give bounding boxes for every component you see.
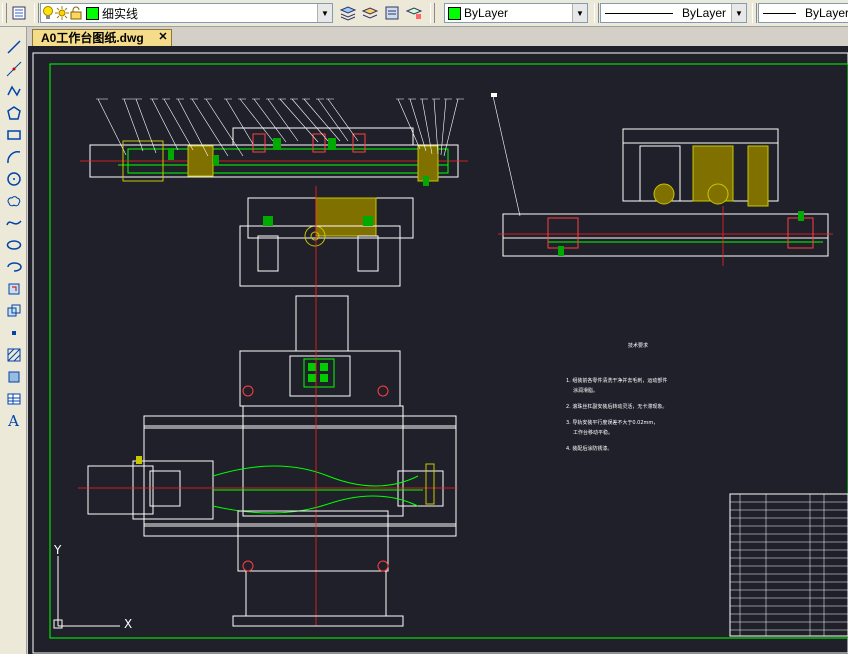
properties-toolbar: 细实线 ▼ ByLayer ▼ ByLayer ▼ ByLayer bbox=[0, 0, 848, 27]
chevron-down-icon[interactable]: ▼ bbox=[317, 4, 332, 22]
multiline-text-button[interactable]: A bbox=[3, 411, 24, 431]
front-view bbox=[80, 98, 468, 296]
line-button[interactable] bbox=[3, 37, 24, 57]
polygon-icon bbox=[6, 106, 21, 120]
hatch-button[interactable] bbox=[3, 345, 24, 365]
ellipse-arc-button[interactable] bbox=[3, 257, 24, 277]
layer-stack-icon bbox=[339, 6, 357, 21]
arc-icon bbox=[6, 151, 20, 164]
layer-manager-button[interactable] bbox=[10, 3, 30, 23]
layer-name: 细实线 bbox=[102, 6, 139, 21]
toolbar-grip[interactable] bbox=[2, 3, 7, 23]
note-line-1b: 涂润滑脂。 bbox=[573, 387, 598, 394]
ellipse-button[interactable] bbox=[3, 235, 24, 255]
circle-button[interactable] bbox=[3, 169, 24, 189]
layer-dropdown[interactable]: 细实线 ▼ bbox=[40, 3, 333, 23]
note-line-4: 4. 装配后涂防锈漆。 bbox=[566, 445, 612, 452]
layer-previous-button[interactable] bbox=[360, 3, 380, 23]
ellipse-arc-icon bbox=[6, 262, 22, 272]
arc-button[interactable] bbox=[3, 147, 24, 167]
plan-view bbox=[78, 286, 458, 627]
construction-line-icon bbox=[6, 61, 21, 77]
table-icon bbox=[7, 393, 20, 405]
insert-block-button[interactable] bbox=[3, 279, 24, 299]
rectangle-button[interactable] bbox=[3, 125, 24, 145]
layer-color-swatch bbox=[86, 6, 99, 20]
rectangle-icon bbox=[6, 130, 21, 140]
note-line-1: 1. 组装前各零件清洗干净并去毛刺，运动部件 bbox=[566, 377, 667, 384]
ucs-icon: Y X bbox=[53, 543, 132, 631]
polyline-icon bbox=[6, 85, 21, 97]
tab-drawing[interactable]: A0工作台图纸.dwg bbox=[32, 29, 172, 46]
layer-states-icon bbox=[385, 6, 399, 20]
lineweight-dropdown[interactable]: ByLayer bbox=[758, 3, 848, 23]
point-icon bbox=[11, 331, 16, 335]
make-block-button[interactable] bbox=[3, 301, 24, 321]
polyline-button[interactable] bbox=[3, 81, 24, 101]
side-view bbox=[491, 93, 833, 266]
toolbar-grip[interactable] bbox=[430, 3, 435, 23]
circle-icon bbox=[6, 172, 21, 186]
region-button[interactable] bbox=[3, 367, 24, 387]
revision-cloud-button[interactable] bbox=[3, 191, 24, 211]
make-block-icon bbox=[7, 304, 20, 317]
spline-button[interactable] bbox=[3, 213, 24, 233]
make-current-layer-button[interactable] bbox=[338, 3, 358, 23]
note-line-3b: 工作台移动平稳。 bbox=[573, 429, 613, 436]
multiline-text-icon: A bbox=[8, 412, 19, 430]
linetype-preview bbox=[605, 12, 673, 14]
linetype-dropdown[interactable]: ByLayer ▼ bbox=[600, 3, 747, 23]
linetype-value: ByLayer bbox=[682, 6, 727, 20]
document-tabbar: A0工作台图纸.dwg bbox=[28, 27, 848, 46]
lock-icon bbox=[70, 6, 82, 20]
technical-notes: 技术要求 1. 组装前各零件清洗干净并去毛刺，运动部件 涂润滑脂。 2. 滚珠丝… bbox=[566, 342, 667, 452]
table-button[interactable] bbox=[3, 389, 24, 409]
lineweight-value: ByLayer bbox=[804, 6, 848, 20]
spline-icon bbox=[5, 220, 22, 226]
close-icon[interactable]: ✕ bbox=[156, 29, 170, 43]
lineweight-preview bbox=[763, 12, 796, 14]
lightbulb-icon bbox=[43, 6, 53, 19]
ucs-x-label: X bbox=[124, 617, 132, 631]
chevron-down-icon[interactable]: ▼ bbox=[731, 4, 746, 22]
parts-list bbox=[729, 493, 848, 637]
layer-isolate-button[interactable] bbox=[404, 3, 424, 23]
ellipse-icon bbox=[6, 240, 21, 250]
layer-previous-icon bbox=[361, 7, 379, 19]
hatch-icon bbox=[7, 348, 20, 362]
layer-isolate-icon bbox=[405, 7, 423, 19]
point-button[interactable] bbox=[3, 323, 24, 343]
note-title: 技术要求 bbox=[628, 342, 648, 349]
color-swatch bbox=[448, 6, 461, 20]
layer-states-button[interactable] bbox=[382, 3, 402, 23]
polygon-button[interactable] bbox=[3, 103, 24, 123]
layer-manager-icon bbox=[12, 6, 26, 20]
construction-line-button[interactable] bbox=[3, 59, 24, 79]
revision-cloud-icon bbox=[7, 196, 20, 207]
line-icon bbox=[6, 40, 21, 54]
note-line-2: 2. 滚珠丝杠副安装后转动灵活，无卡滞现象。 bbox=[566, 403, 667, 410]
note-line-3: 3. 导轨安装平行度误差不大于0.02mm， bbox=[566, 419, 658, 426]
color-dropdown[interactable]: ByLayer ▼ bbox=[444, 3, 588, 23]
chevron-down-icon[interactable]: ▼ bbox=[572, 4, 587, 22]
region-icon bbox=[8, 371, 19, 383]
toolbar-separator bbox=[34, 3, 39, 23]
drawing-canvas[interactable]: 技术要求 1. 组装前各零件清洗干净并去毛刺，运动部件 涂润滑脂。 2. 滚珠丝… bbox=[28, 46, 848, 654]
cad-drawing: 技术要求 1. 组装前各零件清洗干净并去毛刺，运动部件 涂润滑脂。 2. 滚珠丝… bbox=[32, 52, 848, 654]
toolbar-separator bbox=[752, 3, 757, 23]
insert-block-icon bbox=[8, 283, 19, 295]
sun-icon bbox=[55, 6, 69, 20]
ucs-y-label: Y bbox=[53, 543, 62, 557]
toolbar-separator bbox=[594, 3, 599, 23]
color-value: ByLayer bbox=[464, 6, 509, 20]
draw-toolbar: A bbox=[0, 27, 27, 654]
